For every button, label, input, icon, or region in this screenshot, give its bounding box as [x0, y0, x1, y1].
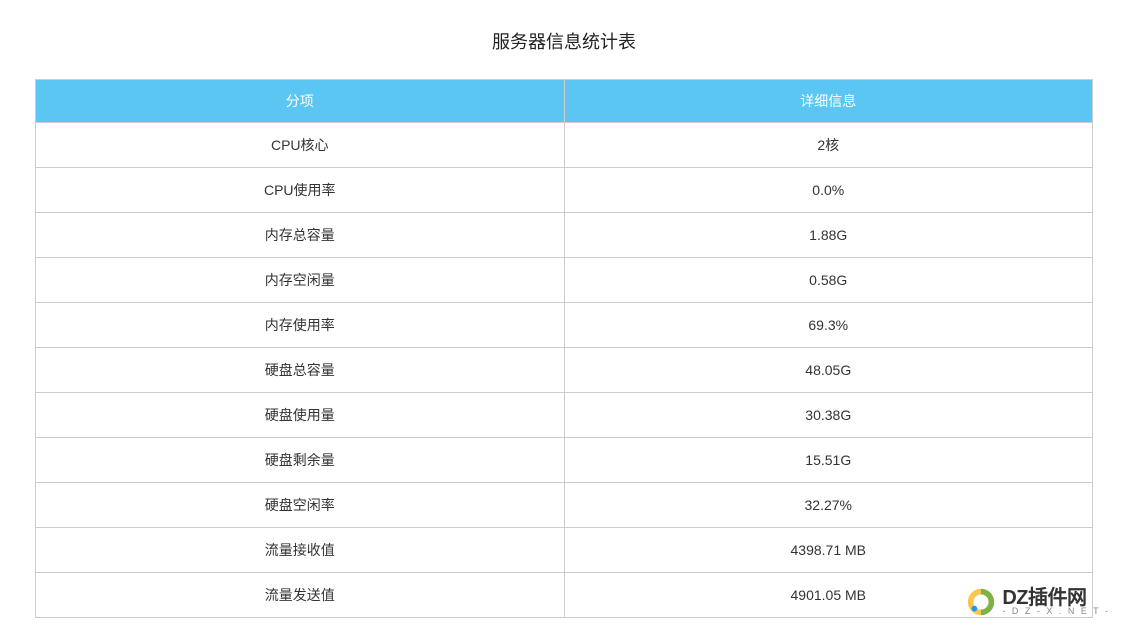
table-row: CPU使用率 0.0% — [36, 168, 1093, 213]
watermark-subtext: - D Z - X . N E T - — [1002, 607, 1110, 616]
row-value: 2核 — [564, 123, 1093, 168]
watermark-brand: DZ插件网 — [1002, 588, 1110, 608]
row-label: 流量接收值 — [36, 528, 565, 573]
row-value: 15.51G — [564, 438, 1093, 483]
table-row: 流量接收值 4398.71 MB — [36, 528, 1093, 573]
row-label: 内存空闲量 — [36, 258, 565, 303]
table-row: 内存总容量 1.88G — [36, 213, 1093, 258]
header-detail: 详细信息 — [564, 80, 1093, 123]
table-row: CPU核心 2核 — [36, 123, 1093, 168]
table-row: 内存空闲量 0.58G — [36, 258, 1093, 303]
row-value: 1.88G — [564, 213, 1093, 258]
table-row: 硬盘总容量 48.05G — [36, 348, 1093, 393]
row-label: 内存总容量 — [36, 213, 565, 258]
table-row: 硬盘空闲率 32.27% — [36, 483, 1093, 528]
table-header-row: 分项 详细信息 — [36, 80, 1093, 123]
row-value: 0.58G — [564, 258, 1093, 303]
row-value: 30.38G — [564, 393, 1093, 438]
watermark-text: DZ插件网 - D Z - X . N E T - — [1002, 588, 1110, 616]
row-value: 4398.71 MB — [564, 528, 1093, 573]
server-info-table: 分项 详细信息 CPU核心 2核 CPU使用率 0.0% 内存总容量 1.88G… — [35, 79, 1093, 618]
row-label: 硬盘使用量 — [36, 393, 565, 438]
table-row: 流量发送值 4901.05 MB — [36, 573, 1093, 618]
page-title: 服务器信息统计表 — [35, 28, 1093, 54]
page-container: 服务器信息统计表 分项 详细信息 CPU核心 2核 CPU使用率 0.0% 内存… — [0, 0, 1128, 618]
table-row: 硬盘剩余量 15.51G — [36, 438, 1093, 483]
watermark: DZ插件网 - D Z - X . N E T - — [964, 585, 1110, 619]
table-row: 内存使用率 69.3% — [36, 303, 1093, 348]
row-label: 硬盘空闲率 — [36, 483, 565, 528]
row-label: CPU使用率 — [36, 168, 565, 213]
row-label: 内存使用率 — [36, 303, 565, 348]
row-value: 48.05G — [564, 348, 1093, 393]
row-label: 流量发送值 — [36, 573, 565, 618]
row-label: CPU核心 — [36, 123, 565, 168]
row-value: 32.27% — [564, 483, 1093, 528]
logo-icon — [964, 585, 998, 619]
row-value: 69.3% — [564, 303, 1093, 348]
table-row: 硬盘使用量 30.38G — [36, 393, 1093, 438]
header-category: 分项 — [36, 80, 565, 123]
row-label: 硬盘剩余量 — [36, 438, 565, 483]
row-label: 硬盘总容量 — [36, 348, 565, 393]
row-value: 0.0% — [564, 168, 1093, 213]
